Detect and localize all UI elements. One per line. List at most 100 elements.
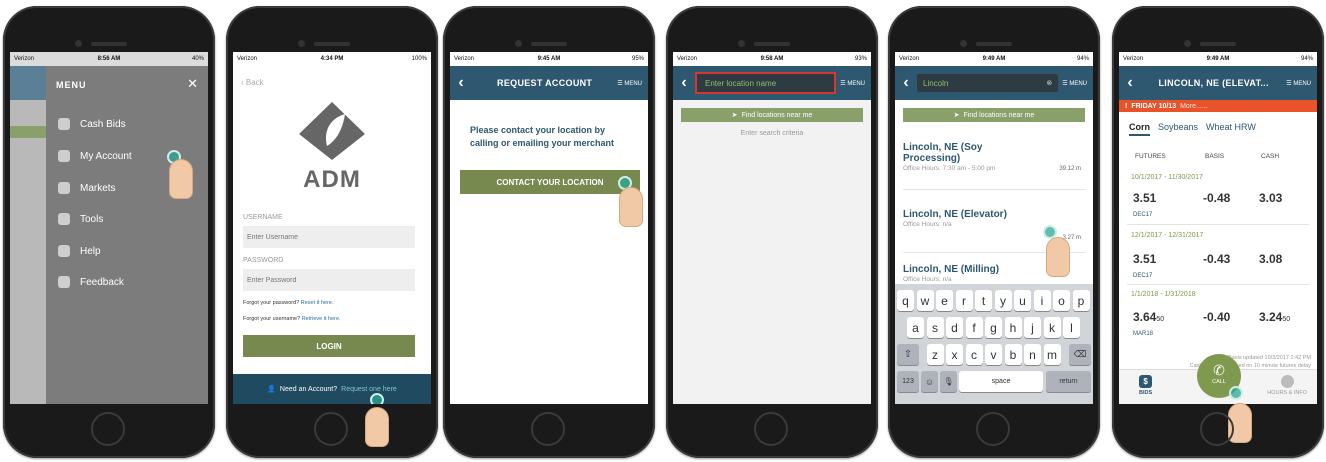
back-chevron-icon[interactable]: ‹ xyxy=(895,74,917,92)
menu-item-label: Feedback xyxy=(80,276,124,288)
menu-item-my-account[interactable]: My Account xyxy=(58,150,132,162)
key[interactable]: d xyxy=(946,317,963,338)
key[interactable]: j xyxy=(1024,317,1041,338)
numbers-key[interactable]: 123 xyxy=(897,371,919,392)
find-nearby-label: Find locations near me xyxy=(741,111,813,119)
alert-banner[interactable]: ! FRIDAY 10/13 More...... xyxy=(1119,100,1317,112)
home-button[interactable] xyxy=(314,412,348,446)
key[interactable]: n xyxy=(1024,344,1041,365)
key[interactable]: k xyxy=(1043,317,1061,338)
key[interactable]: u xyxy=(1014,290,1031,311)
back-chevron-icon[interactable]: ‹ xyxy=(450,74,472,92)
bid-row[interactable]: 3.51 DEC17 -0.48 3.03 xyxy=(1133,191,1303,219)
basis-value: -0.43 xyxy=(1203,252,1231,266)
result-row[interactable]: Lincoln, NE (Elevator) Office Hours: n/a… xyxy=(903,209,1085,241)
search-input[interactable]: Enter location name xyxy=(705,79,776,88)
return-key[interactable]: return xyxy=(1046,371,1091,392)
key[interactable]: a xyxy=(907,317,924,338)
back-chevron-icon[interactable]: ‹ xyxy=(673,74,695,92)
key[interactable]: w xyxy=(916,290,934,311)
home-button[interactable] xyxy=(754,412,788,446)
key[interactable]: v xyxy=(985,344,1002,365)
menu-button[interactable]: ☰ MENU xyxy=(1058,80,1093,87)
tab-hours-info[interactable]: HOURS & INFO xyxy=(1267,375,1307,396)
contact-location-button[interactable]: CONTACT YOUR LOCATION xyxy=(460,170,640,194)
key[interactable]: m xyxy=(1043,344,1061,365)
menu-item-tools[interactable]: Tools xyxy=(58,213,103,225)
backspace-key-icon[interactable]: ⌫ xyxy=(1069,344,1091,365)
back-chevron-icon[interactable]: ‹ xyxy=(1119,74,1141,92)
space-key[interactable]: space xyxy=(959,371,1043,392)
login-button[interactable]: LOGIN xyxy=(243,335,415,357)
find-nearby-button[interactable]: ➤ Find locations near me xyxy=(903,108,1085,122)
call-label: CALL xyxy=(1212,379,1226,385)
key[interactable]: t xyxy=(975,290,992,311)
futures-value: 3.51 xyxy=(1133,252,1157,266)
key[interactable]: x xyxy=(946,344,963,365)
status-bar: Verizon 9:58 AM 93% xyxy=(673,52,871,66)
key[interactable]: l xyxy=(1063,317,1080,338)
clear-icon[interactable]: ⊗ xyxy=(1046,79,1052,87)
tab-wheat-hrw[interactable]: Wheat HRW xyxy=(1206,122,1256,136)
menu-item-feedback[interactable]: Feedback xyxy=(58,276,124,288)
phone-request-account: Verizon 9:45 AM 95% ‹ REQUEST ACCOUNT ☰ … xyxy=(443,6,655,458)
key[interactable]: h xyxy=(1004,317,1022,338)
password-field[interactable] xyxy=(243,269,415,291)
home-button[interactable] xyxy=(91,412,125,446)
request-link[interactable]: Request one here xyxy=(341,386,397,393)
futures-value: 3.64 xyxy=(1133,310,1157,324)
request-account-bar: 👤 Need an Account? Request one here xyxy=(233,374,431,404)
close-icon[interactable]: ✕ xyxy=(187,76,198,92)
key[interactable]: i xyxy=(1033,290,1051,311)
result-row[interactable]: Lincoln, NE (Soy Processing) Office Hour… xyxy=(903,142,1085,172)
home-button[interactable] xyxy=(976,412,1010,446)
key[interactable]: y xyxy=(994,290,1012,311)
key[interactable]: c xyxy=(965,344,983,365)
key[interactable]: r xyxy=(955,290,973,311)
key[interactable]: p xyxy=(1072,290,1090,311)
shift-key-icon[interactable]: ⇧ xyxy=(897,344,919,365)
home-button[interactable] xyxy=(531,412,565,446)
menu-button[interactable]: ☰ MENU xyxy=(617,80,648,87)
speaker xyxy=(531,42,567,46)
nav-bar: ‹ Enter location name ☰ MENU xyxy=(673,66,871,100)
key[interactable]: g xyxy=(985,317,1002,338)
contract: DEC17 xyxy=(1133,273,1153,279)
result-hours: Office Hours: n/a xyxy=(903,276,952,283)
microphone-key-icon[interactable]: 🎙 xyxy=(940,371,957,392)
location-arrow-icon: ➤ xyxy=(953,112,960,119)
home-button[interactable] xyxy=(1200,412,1234,446)
key[interactable]: f xyxy=(965,317,983,338)
menu-item-cash-bids[interactable]: Cash Bids xyxy=(58,118,126,130)
speaker xyxy=(314,42,350,46)
menu-button[interactable]: ☰ MENU xyxy=(836,80,871,87)
key[interactable]: s xyxy=(926,317,944,338)
user-icon xyxy=(58,150,70,162)
search-input[interactable]: Lincoln ⊗ xyxy=(917,74,1059,92)
tab-corn[interactable]: Corn xyxy=(1129,122,1150,136)
menu-item-label: My Account xyxy=(80,150,132,162)
key[interactable]: q xyxy=(897,290,914,311)
key[interactable]: b xyxy=(1004,344,1022,365)
bid-row[interactable]: 3.51 DEC17 -0.43 3.08 xyxy=(1133,252,1303,280)
page-title: LINCOLN, NE (ELEVAT... xyxy=(1158,78,1269,88)
tab-bids-label: BIDS xyxy=(1139,390,1153,396)
status-bar: Verizon 9:45 AM 95% xyxy=(450,52,648,66)
key[interactable]: o xyxy=(1053,290,1070,311)
back-link[interactable]: ‹ Back xyxy=(241,78,264,87)
key[interactable]: z xyxy=(926,344,944,365)
find-nearby-button[interactable]: ➤ Find locations near me xyxy=(681,108,863,122)
tab-soybeans[interactable]: Soybeans xyxy=(1158,122,1198,136)
menu-item-markets[interactable]: Markets xyxy=(58,182,116,194)
menu-item-help[interactable]: Help xyxy=(58,245,101,257)
retrieve-link[interactable]: Retrieve it here. xyxy=(302,316,341,322)
emoji-key-icon[interactable]: ☺ xyxy=(921,371,938,392)
bid-row[interactable]: 3.6450 MAR18 -0.40 3.2450 xyxy=(1133,310,1303,338)
user-icon: 👤 xyxy=(267,386,276,393)
reset-link[interactable]: Reset it here. xyxy=(301,300,334,306)
tab-bids[interactable]: $ BIDS xyxy=(1139,375,1152,396)
back-label: Back xyxy=(245,78,264,87)
menu-button[interactable]: ☰ MENU xyxy=(1286,80,1317,87)
username-field[interactable] xyxy=(243,226,415,248)
key[interactable]: e xyxy=(936,290,953,311)
